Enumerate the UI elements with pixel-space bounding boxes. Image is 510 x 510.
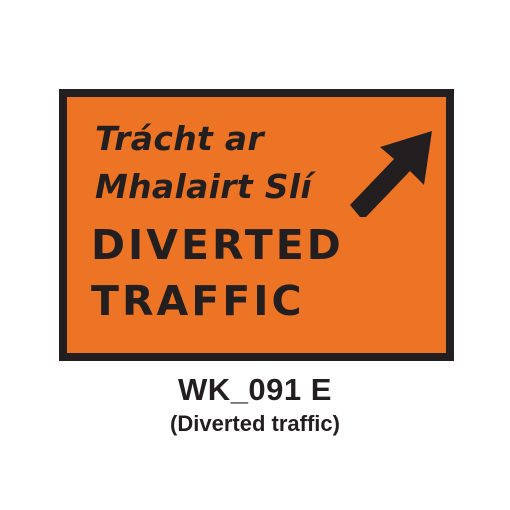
sign-english-line-1: DIVERTED bbox=[91, 221, 344, 269]
sign-code-label: WK_091 E bbox=[178, 372, 332, 407]
sign-english-line-2: TRAFFIC bbox=[91, 277, 305, 325]
page: Trácht ar Mhalairt Slí DIVERTED TRAFFIC … bbox=[0, 0, 510, 510]
sign-irish-line-2: Mhalairt Slí bbox=[95, 167, 313, 206]
sign-irish-line-1: Trácht ar bbox=[95, 119, 264, 158]
sign-description-label: (Diverted traffic) bbox=[170, 411, 340, 436]
sign-face: Trácht ar Mhalairt Slí DIVERTED TRAFFIC bbox=[67, 97, 446, 353]
arrow-up-right-icon bbox=[350, 131, 432, 217]
diverted-traffic-sign: Trácht ar Mhalairt Slí DIVERTED TRAFFIC bbox=[59, 89, 454, 361]
